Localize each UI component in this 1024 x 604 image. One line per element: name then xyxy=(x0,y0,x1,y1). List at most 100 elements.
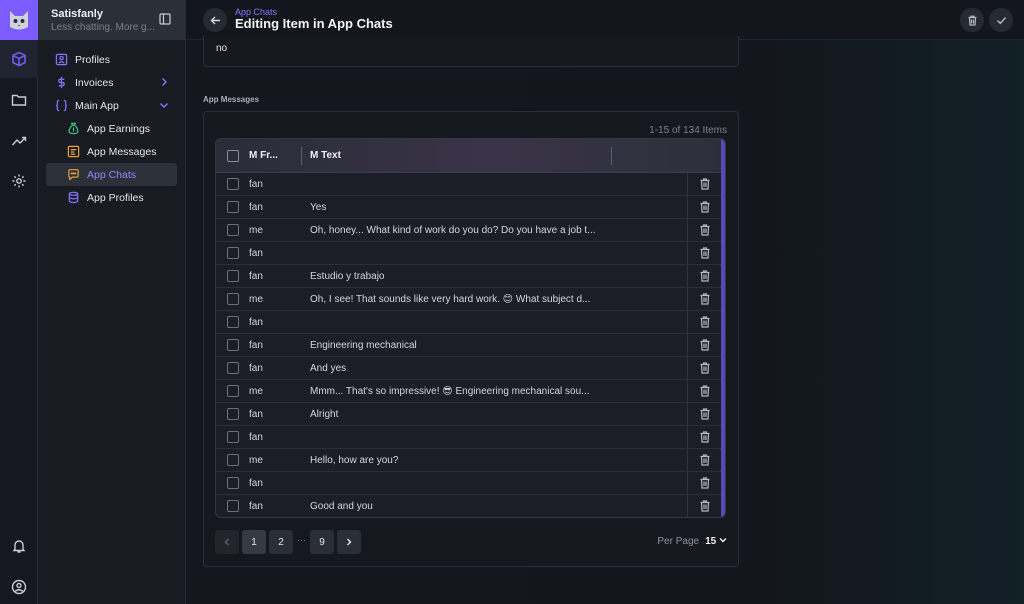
row-delete-button[interactable] xyxy=(687,334,721,356)
table-row[interactable]: me Hello, how are you? xyxy=(216,449,725,472)
row-delete-button[interactable] xyxy=(687,196,721,218)
table-scrollbar[interactable] xyxy=(721,139,725,517)
cell-text: Oh, I see! That sounds like very hard wo… xyxy=(310,294,591,305)
row-delete-button[interactable] xyxy=(687,426,721,448)
table-row[interactable]: me Mmm... That's so impressive! 😎 Engine… xyxy=(216,380,725,403)
row-delete-button[interactable] xyxy=(687,472,721,494)
table-row[interactable]: fan And yes xyxy=(216,357,725,380)
table-row[interactable]: fan xyxy=(216,173,725,196)
section-label: App Messages xyxy=(203,95,260,104)
cell-from: fan xyxy=(249,248,263,259)
table-row[interactable]: me Oh, I see! That sounds like very hard… xyxy=(216,288,725,311)
chevron-left-icon xyxy=(224,538,229,546)
sidebar-nav: Profiles Invoices Main App App Earnings … xyxy=(38,40,185,209)
sidebar-item-label: Invoices xyxy=(75,76,114,89)
per-page-label: Per Page xyxy=(657,536,700,547)
rail-notifications-button[interactable] xyxy=(0,527,38,565)
table-row[interactable]: fan Engineering mechanical xyxy=(216,334,725,357)
trash-icon xyxy=(700,500,709,512)
table-row[interactable]: fan xyxy=(216,472,725,495)
cell-text: Yes xyxy=(310,202,327,213)
column-header-text[interactable]: M Text xyxy=(310,150,341,161)
row-checkbox[interactable] xyxy=(227,339,239,351)
row-checkbox[interactable] xyxy=(227,500,239,512)
row-checkbox[interactable] xyxy=(227,270,239,282)
table-row[interactable]: fan xyxy=(216,311,725,334)
app-messages-panel: 1-15 of 134 Items M Fr... M Text fan fan… xyxy=(203,111,739,567)
trash-icon xyxy=(700,293,709,305)
profile-icon xyxy=(55,53,67,66)
back-button[interactable] xyxy=(203,8,227,32)
row-delete-button[interactable] xyxy=(687,311,721,333)
cube-icon xyxy=(12,51,26,67)
rail-settings-button[interactable] xyxy=(0,162,38,200)
row-checkbox[interactable] xyxy=(227,385,239,397)
rail-files-button[interactable] xyxy=(0,81,38,119)
rail-user-button[interactable] xyxy=(0,568,38,604)
app-logo[interactable] xyxy=(0,0,38,40)
next-page-button[interactable] xyxy=(337,530,361,554)
sidebar-item-app-earnings[interactable]: App Earnings xyxy=(46,117,177,140)
previous-field-value: no xyxy=(216,43,228,54)
cell-text: Good and you xyxy=(310,501,373,512)
row-delete-button[interactable] xyxy=(687,357,721,379)
row-delete-button[interactable] xyxy=(687,403,721,425)
table-row[interactable]: fan Alright xyxy=(216,403,725,426)
row-checkbox[interactable] xyxy=(227,224,239,236)
select-all-checkbox[interactable] xyxy=(227,150,239,162)
table-row[interactable]: fan Good and you xyxy=(216,495,725,517)
sidebar-item-app-messages[interactable]: App Messages xyxy=(46,140,177,163)
prev-page-button[interactable] xyxy=(215,530,239,554)
sidebar-item-label: App Chats xyxy=(87,168,137,181)
chevron-down-icon xyxy=(160,103,168,108)
row-delete-button[interactable] xyxy=(687,173,721,195)
cell-from: fan xyxy=(249,501,263,512)
column-resize-handle[interactable] xyxy=(611,147,612,165)
trash-icon xyxy=(700,431,709,443)
row-checkbox[interactable] xyxy=(227,454,239,466)
page-button-9[interactable]: 9 xyxy=(310,530,334,554)
table-row[interactable]: fan Estudio y trabajo xyxy=(216,265,725,288)
row-checkbox[interactable] xyxy=(227,293,239,305)
rail-insights-button[interactable] xyxy=(0,122,38,160)
table-row[interactable]: fan xyxy=(216,426,725,449)
delete-item-button[interactable] xyxy=(960,8,984,32)
cell-from: fan xyxy=(249,363,263,374)
previous-field[interactable]: no xyxy=(203,36,739,67)
save-button[interactable] xyxy=(989,8,1013,32)
table-row[interactable]: fan xyxy=(216,242,725,265)
page-button-2[interactable]: 2 xyxy=(269,530,293,554)
rail-content-button[interactable] xyxy=(0,40,38,78)
trash-icon xyxy=(700,201,709,213)
column-header-from[interactable]: M Fr... xyxy=(249,150,278,161)
column-resize-handle[interactable] xyxy=(301,147,302,165)
sidebar-item-app-chats[interactable]: App Chats xyxy=(46,163,177,186)
row-delete-button[interactable] xyxy=(687,449,721,471)
row-checkbox[interactable] xyxy=(227,201,239,213)
row-delete-button[interactable] xyxy=(687,265,721,287)
row-checkbox[interactable] xyxy=(227,247,239,259)
row-checkbox[interactable] xyxy=(227,431,239,443)
row-delete-button[interactable] xyxy=(687,495,721,517)
row-checkbox[interactable] xyxy=(227,477,239,489)
row-checkbox[interactable] xyxy=(227,362,239,374)
sidebar-item-label: Main App xyxy=(75,99,119,112)
trend-icon xyxy=(11,136,27,146)
sidebar-item-invoices[interactable]: Invoices xyxy=(46,71,177,94)
per-page-select[interactable]: Per Page 15 xyxy=(657,536,727,547)
table-row[interactable]: fan Yes xyxy=(216,196,725,219)
row-delete-button[interactable] xyxy=(687,288,721,310)
row-checkbox[interactable] xyxy=(227,408,239,420)
row-checkbox[interactable] xyxy=(227,178,239,190)
sidebar-item-profiles[interactable]: Profiles xyxy=(46,48,177,71)
sidebar-item-app-profiles[interactable]: App Profiles xyxy=(46,186,177,209)
row-delete-button[interactable] xyxy=(687,219,721,241)
table-row[interactable]: me Oh, honey... What kind of work do you… xyxy=(216,219,725,242)
sidebar-toggle-icon[interactable] xyxy=(159,13,171,25)
trash-icon xyxy=(700,316,709,328)
sidebar-item-main-app[interactable]: Main App xyxy=(46,94,177,117)
row-delete-button[interactable] xyxy=(687,380,721,402)
row-delete-button[interactable] xyxy=(687,242,721,264)
page-button-1[interactable]: 1 xyxy=(242,530,266,554)
row-checkbox[interactable] xyxy=(227,316,239,328)
